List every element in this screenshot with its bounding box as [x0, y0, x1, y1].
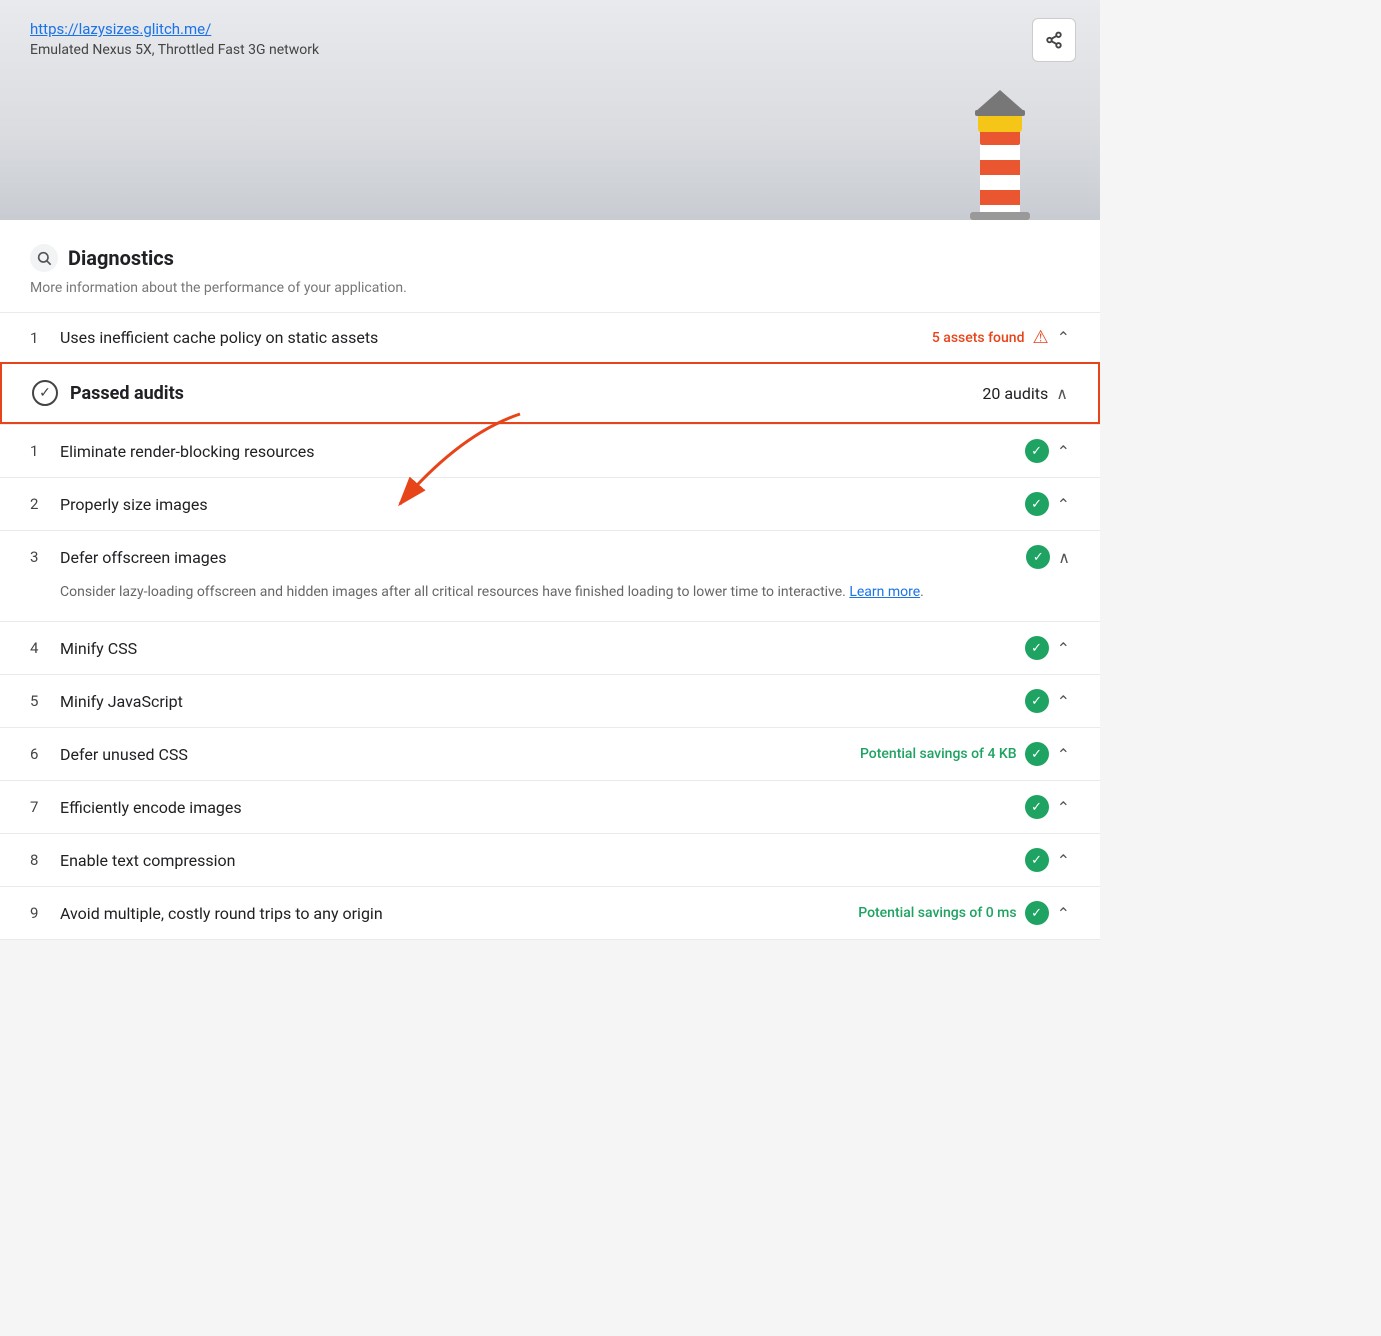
pass-icon: ✓: [1025, 439, 1049, 463]
audit-item-row: 3 Defer offscreen images ✓ ∧: [30, 545, 1070, 569]
audit-expanded-content: Consider lazy-loading offscreen and hidd…: [30, 569, 1070, 607]
pass-icon: ✓: [1025, 795, 1049, 819]
diagnostics-subtitle: More information about the performance o…: [0, 280, 1100, 312]
item-meta: ✓ ⌃: [1025, 848, 1070, 872]
assets-found-badge: 5 assets found: [932, 330, 1025, 346]
diagnostics-icon: [30, 244, 58, 272]
item-meta: Potential savings of 0 ms ✓ ⌃: [858, 901, 1070, 925]
item-number: 5: [30, 692, 60, 710]
pass-icon: ✓: [1025, 901, 1049, 925]
expand-icon[interactable]: ⌃: [1057, 851, 1070, 870]
lighthouse-logo: [960, 90, 1040, 220]
audit-item-9: 9 Avoid multiple, costly round trips to …: [0, 886, 1100, 940]
expand-icon[interactable]: ⌃: [1057, 495, 1070, 514]
warning-icon: ⚠: [1032, 327, 1048, 348]
passed-audits-title: Passed audits: [70, 383, 184, 404]
expand-icon[interactable]: ⌃: [1057, 692, 1070, 711]
item-number: 2: [30, 495, 60, 513]
expand-icon[interactable]: ⌃: [1057, 745, 1070, 764]
item-number: 1: [30, 442, 60, 460]
item-name: Defer offscreen images: [60, 548, 1026, 567]
pass-icon: ✓: [1026, 545, 1050, 569]
diagnostics-title: Diagnostics: [68, 246, 174, 270]
audit-item-4: 4 Minify CSS ✓ ⌃: [0, 621, 1100, 674]
main-content: Diagnostics More information about the p…: [0, 220, 1100, 940]
pass-icon: ✓: [1025, 689, 1049, 713]
item-name: Enable text compression: [60, 851, 1025, 870]
item-name: Avoid multiple, costly round trips to an…: [60, 904, 858, 923]
item-number: 3: [30, 548, 60, 566]
item-meta: ✓ ⌃: [1025, 439, 1070, 463]
learn-more-link[interactable]: Learn more: [849, 584, 920, 600]
diagnostics-header: Diagnostics: [0, 220, 1100, 280]
item-meta: ✓ ⌃: [1025, 492, 1070, 516]
diagnostics-item-1: 1 Uses inefficient cache policy on stati…: [0, 312, 1100, 362]
page-url[interactable]: https://lazysizes.glitch.me/: [30, 20, 1070, 38]
expanded-description: Consider lazy-loading offscreen and hidd…: [60, 584, 846, 600]
item-number: 1: [30, 329, 60, 347]
expand-icon[interactable]: ⌃: [1057, 442, 1070, 461]
expand-icon[interactable]: ⌃: [1057, 798, 1070, 817]
pass-icon: ✓: [1025, 492, 1049, 516]
pass-icon: ✓: [1025, 636, 1049, 660]
passed-audits-count: 20 audits ∧: [982, 384, 1068, 403]
savings-badge: Potential savings of 4 KB: [860, 746, 1017, 762]
audit-item-1: 1 Eliminate render-blocking resources ✓ …: [0, 424, 1100, 477]
expand-icon[interactable]: ⌃: [1057, 904, 1070, 923]
expand-icon[interactable]: ⌃: [1057, 328, 1070, 347]
item-number: 9: [30, 904, 60, 922]
item-meta: 5 assets found ⚠ ⌃: [932, 327, 1070, 348]
expand-icon[interactable]: ⌃: [1057, 639, 1070, 658]
passed-checkmark-icon: ✓: [32, 380, 58, 406]
item-number: 8: [30, 851, 60, 869]
item-meta: ✓ ∧: [1026, 545, 1070, 569]
audit-item-7: 7 Efficiently encode images ✓ ⌃: [0, 780, 1100, 833]
item-number: 4: [30, 639, 60, 657]
header-area: https://lazysizes.glitch.me/ Emulated Ne…: [0, 0, 1100, 220]
item-meta: ✓ ⌃: [1025, 795, 1070, 819]
audit-list: 1 Eliminate render-blocking resources ✓ …: [0, 424, 1100, 940]
item-name: Properly size images: [60, 495, 1025, 514]
item-number: 7: [30, 798, 60, 816]
audit-item-3: 3 Defer offscreen images ✓ ∧ Consider la…: [0, 530, 1100, 621]
item-name: Efficiently encode images: [60, 798, 1025, 817]
audit-item-2: 2 Properly size images ✓ ⌃: [0, 477, 1100, 530]
item-meta: ✓ ⌃: [1025, 636, 1070, 660]
pass-icon: ✓: [1025, 848, 1049, 872]
audit-item-5: 5 Minify JavaScript ✓ ⌃: [0, 674, 1100, 727]
audit-item-8: 8 Enable text compression ✓ ⌃: [0, 833, 1100, 886]
item-name: Defer unused CSS: [60, 745, 860, 764]
share-button[interactable]: [1032, 18, 1076, 62]
item-number: 6: [30, 745, 60, 763]
item-name: Eliminate render-blocking resources: [60, 442, 1025, 461]
collapse-icon[interactable]: ∧: [1058, 548, 1070, 567]
pass-icon: ✓: [1025, 742, 1049, 766]
header-subtitle: Emulated Nexus 5X, Throttled Fast 3G net…: [30, 42, 1070, 58]
audit-item-6: 6 Defer unused CSS Potential savings of …: [0, 727, 1100, 780]
item-name: Uses inefficient cache policy on static …: [60, 328, 932, 347]
item-meta: ✓ ⌃: [1025, 689, 1070, 713]
item-name: Minify CSS: [60, 639, 1025, 658]
passed-audits-header[interactable]: ✓ Passed audits 20 audits ∧: [0, 362, 1100, 424]
savings-badge: Potential savings of 0 ms: [858, 905, 1016, 921]
item-meta: Potential savings of 4 KB ✓ ⌃: [860, 742, 1070, 766]
collapse-icon[interactable]: ∧: [1056, 384, 1068, 403]
item-name: Minify JavaScript: [60, 692, 1025, 711]
